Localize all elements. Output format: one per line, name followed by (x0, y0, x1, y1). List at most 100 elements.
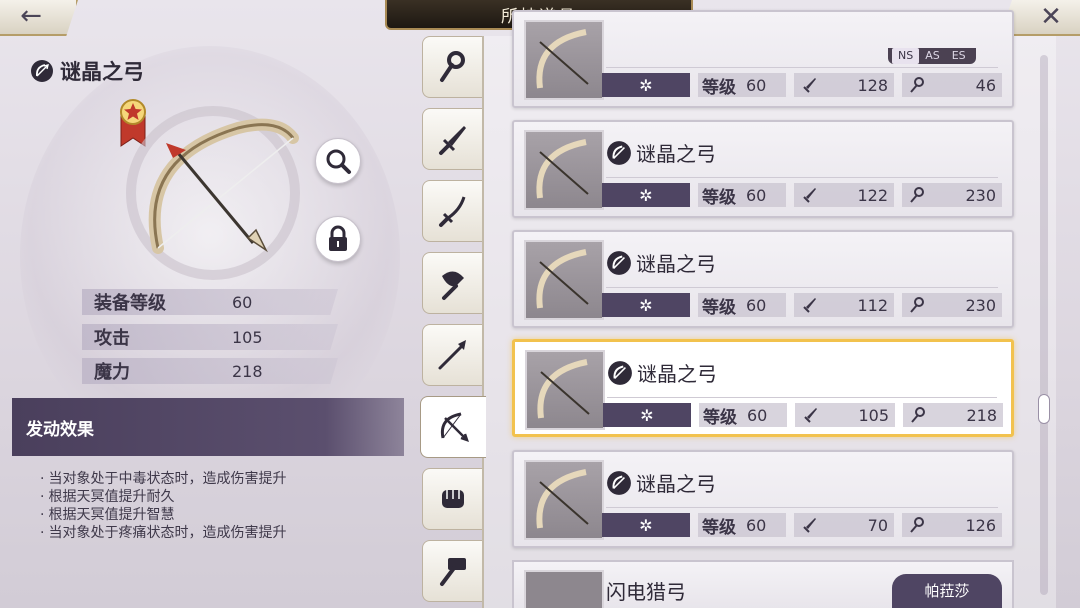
attack-value: 112 (857, 295, 888, 315)
element-badge: ✲ (602, 513, 690, 537)
close-icon: ✕ (1040, 2, 1062, 32)
owner-badge: 帕菈莎 (892, 574, 1002, 608)
stat-value: 218 (232, 361, 263, 381)
magic-icon (911, 407, 925, 423)
item-name-row: 闪电猎弓 (606, 576, 686, 605)
card-divider (606, 177, 998, 178)
tab-staff[interactable] (422, 36, 482, 98)
item-stats: ✲ 等级 60 122 230 (602, 183, 1002, 208)
element-badge: ✲ (602, 183, 690, 207)
stat-value: 60 (232, 292, 253, 312)
level-label: 等级 (702, 517, 736, 538)
item-stats: ✲ 等级 60 128 46 (602, 73, 1002, 98)
element-badge: ✲ (602, 293, 690, 317)
item-name: 谜晶之弓 (637, 362, 717, 386)
item-card[interactable]: 谜晶之弓 ✲ 等级 60 122 230 (512, 120, 1014, 218)
stat-attack: 攻击 105 (82, 324, 338, 350)
tab-spear[interactable] (422, 324, 482, 386)
item-thumbnail (524, 570, 604, 608)
effect-item: 当对象处于疼痛状态时，造成伤害提升 (48, 524, 410, 542)
attack-icon (803, 78, 816, 93)
level-value: 60 (747, 405, 768, 425)
item-card-partial[interactable]: 闪电猎弓 帕菈莎 (512, 560, 1014, 608)
item-thumbnail (524, 130, 604, 210)
item-card[interactable]: 谜晶之弓 ✲ 等级 60 112 230 (512, 230, 1014, 328)
back-arrow-icon: ← (20, 1, 42, 31)
zoom-button[interactable] (315, 138, 361, 184)
attack-icon (803, 518, 816, 533)
stat-magic: 魔力 218 (82, 358, 338, 384)
bow-thumbnail-icon (536, 29, 589, 89)
item-thumbnail (524, 460, 604, 540)
sort-tags: NS AS ES (888, 48, 976, 64)
bow-type-icon (31, 60, 53, 82)
weapon-bow-image (126, 106, 300, 280)
item-name: 谜晶之弓 (636, 142, 716, 166)
bow-type-icon (608, 360, 632, 385)
tab-axe[interactable] (422, 252, 482, 314)
tab-hammer[interactable] (422, 540, 482, 602)
katana-icon (438, 196, 465, 227)
magic-box: 46 (902, 73, 1002, 97)
tab-katana[interactable] (422, 180, 482, 242)
sword-icon (438, 126, 466, 155)
level-box: 等级 60 (698, 293, 786, 318)
magic-icon (910, 187, 924, 203)
tab-sword[interactable] (422, 108, 482, 170)
effect-item: 当对象处于中毒状态时，造成伤害提升 (48, 470, 410, 488)
tab-bow[interactable] (420, 396, 486, 458)
lock-button[interactable] (315, 216, 361, 262)
card-divider (606, 287, 998, 288)
item-card[interactable]: 谜晶之弓 ✲ 等级 60 70 126 (512, 450, 1014, 548)
bow-thumbnail-icon (536, 249, 589, 309)
magic-value: 46 (975, 75, 996, 95)
effect-title: 发动效果 (12, 398, 404, 456)
tag-ns[interactable]: NS (892, 48, 920, 64)
stat-value: 105 (232, 327, 263, 347)
item-name: 谜晶之弓 (636, 472, 716, 496)
scrollbar-track[interactable] (1040, 55, 1048, 595)
item-stats: ✲ 等级 60 112 230 (602, 293, 1002, 318)
level-box: 等级 60 (698, 513, 786, 538)
tag-as[interactable]: AS (919, 48, 946, 64)
item-card-selected[interactable]: 谜晶之弓 ✲ 等级 60 105 218 (512, 339, 1014, 437)
magic-box: 230 (902, 183, 1002, 207)
item-name-row: 谜晶之弓 (606, 138, 716, 167)
level-box: 等级 60 (698, 73, 786, 98)
hammer-icon (439, 558, 466, 586)
magic-value: 230 (965, 185, 996, 205)
item-name-row: 谜晶之弓 (607, 358, 717, 387)
level-box: 等级 60 (698, 183, 786, 208)
item-detail-panel: 谜晶之弓 装备等级 60 攻击 105 魔力 218 发动效果 · 当对象处于中… (0, 36, 420, 608)
scrollbar-thumb[interactable] (1038, 394, 1050, 424)
card-divider (607, 397, 997, 398)
item-name-row: 谜晶之弓 (30, 56, 144, 86)
fist-icon (441, 490, 464, 508)
level-label: 等级 (703, 407, 737, 428)
magic-box: 218 (903, 403, 1003, 427)
axe-icon (441, 271, 464, 300)
magic-value: 230 (965, 295, 996, 315)
attack-box: 105 (795, 403, 895, 427)
tag-es[interactable]: ES (946, 48, 972, 64)
tab-fist[interactable] (422, 468, 482, 530)
item-stats: ✲ 等级 60 70 126 (602, 513, 1002, 538)
item-name: 谜晶之弓 (60, 60, 144, 84)
item-thumbnail (524, 20, 604, 100)
magic-value: 218 (966, 405, 997, 425)
attack-value: 128 (857, 75, 888, 95)
attack-box: 112 (794, 293, 894, 317)
attack-value: 105 (858, 405, 889, 425)
stat-label: 装备等级 (94, 293, 166, 314)
bow-type-icon (607, 470, 631, 495)
stat-equip-level: 装备等级 60 (82, 289, 338, 315)
element-badge: ✲ (602, 73, 690, 97)
back-button[interactable]: ← (0, 0, 78, 36)
item-stats: ✲ 等级 60 105 218 (603, 403, 1003, 428)
magic-value: 126 (965, 515, 996, 535)
item-thumbnail (525, 350, 605, 430)
attack-icon (803, 188, 816, 203)
lock-icon (329, 225, 347, 251)
search-icon (326, 149, 351, 174)
level-box: 等级 60 (699, 403, 787, 428)
